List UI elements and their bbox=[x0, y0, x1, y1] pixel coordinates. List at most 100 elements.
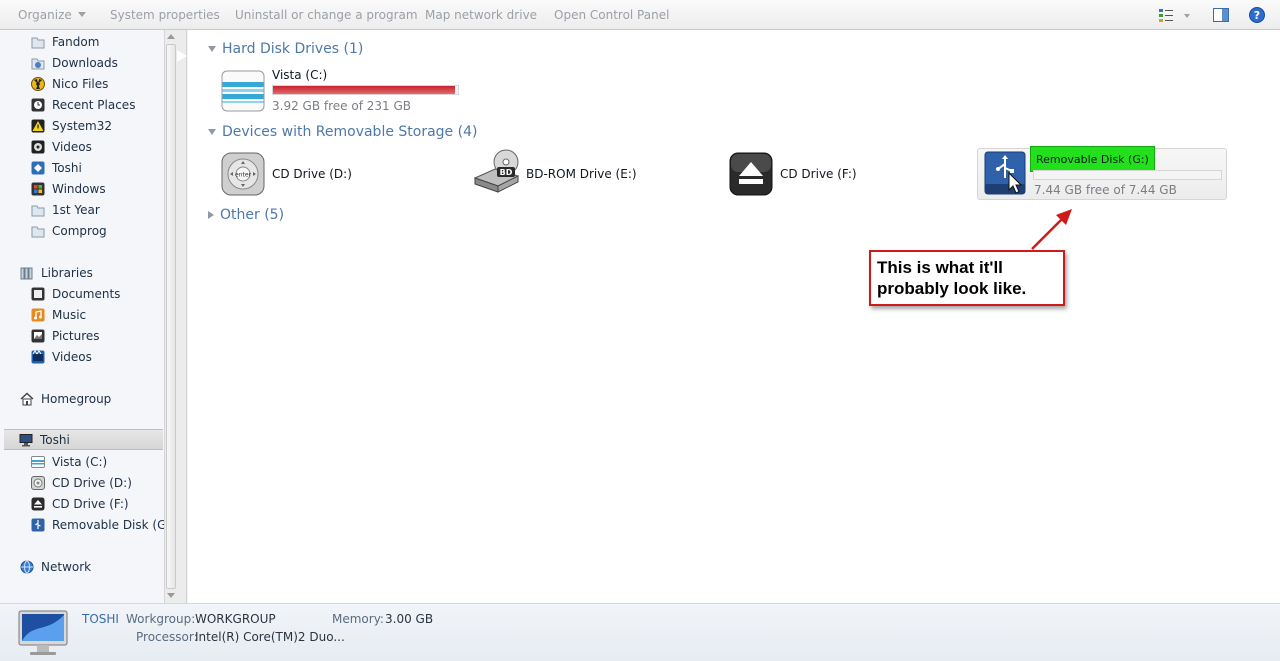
eject-icon bbox=[31, 497, 45, 511]
nav-item-label: CD Drive (D:) bbox=[52, 475, 132, 490]
nav-item-cd-drive-d[interactable]: CD Drive (D:) bbox=[31, 472, 132, 493]
nav-item-fandom[interactable]: Fandom bbox=[31, 31, 99, 52]
group-header-label: Devices with Removable Storage (4) bbox=[222, 124, 478, 140]
nav-item-label: Fandom bbox=[52, 34, 100, 49]
nav-item-label: Videos bbox=[52, 139, 92, 154]
drive-free-space: 7.44 GB free of 7.44 GB bbox=[1034, 183, 1177, 197]
nav-item-downloads[interactable]: Downloads bbox=[31, 52, 118, 73]
view-options-icon[interactable] bbox=[1158, 7, 1190, 26]
nav-item-music[interactable]: Music bbox=[31, 304, 86, 325]
nav-item-label: Toshi bbox=[40, 432, 70, 447]
drive-name: CD Drive (D:) bbox=[272, 167, 352, 181]
workgroup-label: Workgroup: bbox=[126, 612, 196, 626]
downloads-folder-icon bbox=[31, 56, 45, 70]
group-header-removable-storage[interactable]: Devices with Removable Storage (4) bbox=[208, 124, 477, 140]
nav-item-homegroup[interactable]: Homegroup bbox=[20, 388, 111, 409]
scroll-up-arrow-icon[interactable] bbox=[167, 34, 175, 39]
home-icon bbox=[20, 392, 34, 406]
nav-item-network[interactable]: Network bbox=[20, 556, 91, 577]
drive-name: Vista (C:) bbox=[272, 68, 328, 82]
svg-text:BD: BD bbox=[500, 168, 513, 177]
drive-tile-removable-disk-g[interactable]: Removable Disk (G:) 7.44 GB free of 7.44… bbox=[977, 146, 1227, 201]
windows-folder-icon bbox=[31, 182, 45, 196]
cd-drive-icon bbox=[31, 475, 45, 490]
drive-name-highlight: Removable Disk (G:) bbox=[1030, 146, 1155, 172]
nav-item-windows[interactable]: Windows bbox=[31, 178, 106, 199]
computer-name: TOSHI bbox=[82, 612, 119, 626]
nav-item-system32[interactable]: System32 bbox=[31, 115, 112, 136]
organize-label: Organize bbox=[18, 8, 72, 22]
nav-item-label: 1st Year bbox=[52, 202, 100, 217]
hard-drive-icon bbox=[31, 455, 45, 469]
documents-icon bbox=[31, 287, 45, 301]
annotation-arrow-icon bbox=[1031, 209, 1072, 250]
folder-icon bbox=[31, 203, 45, 217]
nav-item-label: Vista (C:) bbox=[52, 454, 108, 469]
nav-item-label: Music bbox=[52, 307, 87, 322]
nav-item-label: System32 bbox=[52, 118, 113, 133]
preview-pane-icon[interactable] bbox=[1213, 7, 1229, 26]
expand-arrow-icon bbox=[208, 211, 214, 219]
nav-item-nico-files[interactable]: Nico Files bbox=[31, 73, 108, 94]
nav-item-removable-disk-g[interactable]: Removable Disk (G:) bbox=[31, 514, 164, 535]
nav-item-videos[interactable]: Videos bbox=[31, 136, 92, 157]
open-control-panel-button[interactable]: Open Control Panel bbox=[554, 8, 669, 22]
nav-item-recent-places[interactable]: Recent Places bbox=[31, 94, 135, 115]
nav-item-1st-year[interactable]: 1st Year bbox=[31, 199, 100, 220]
music-icon bbox=[31, 308, 45, 322]
nav-item-label: Recent Places bbox=[52, 97, 136, 112]
drive-name: Removable Disk (G:) bbox=[1036, 153, 1149, 166]
group-header-other[interactable]: Other (5) bbox=[208, 207, 284, 223]
nav-item-cd-drive-f[interactable]: CD Drive (F:) bbox=[31, 493, 129, 514]
collapse-arrow-icon bbox=[208, 129, 216, 135]
drive-free-space: 3.92 GB free of 231 GB bbox=[272, 99, 411, 113]
nav-item-label: Toshi bbox=[52, 160, 82, 175]
details-pane: TOSHI Workgroup: WORKGROUP Memory: 3.00 … bbox=[0, 603, 1280, 661]
radiation-folder-icon bbox=[31, 76, 45, 91]
nav-item-label: Downloads bbox=[52, 55, 118, 70]
help-icon[interactable]: ? bbox=[1249, 7, 1265, 26]
uninstall-program-button[interactable]: Uninstall or change a program bbox=[235, 8, 418, 22]
scroll-down-arrow-icon[interactable] bbox=[167, 593, 175, 598]
computer-monitor-icon bbox=[17, 609, 69, 661]
nav-item-vista-c[interactable]: Vista (C:) bbox=[31, 451, 107, 472]
libraries-icon bbox=[20, 266, 34, 280]
nav-item-label: Windows bbox=[52, 181, 106, 196]
chevron-down-icon bbox=[77, 12, 86, 17]
drive-tile-bd-rom-drive-e[interactable]: BD BD-ROM Drive (E:) bbox=[472, 148, 672, 198]
memory-value: 3.00 GB bbox=[385, 612, 434, 626]
nav-item-label: Pictures bbox=[52, 328, 100, 343]
nav-item-libraries[interactable]: Libraries bbox=[20, 262, 93, 283]
nav-item-library-videos[interactable]: Videos bbox=[31, 346, 92, 367]
nav-item-toshi[interactable]: Toshi bbox=[31, 157, 82, 178]
drive-tile-vista-c[interactable]: Vista (C:) 3.92 GB free of 231 GB bbox=[221, 68, 461, 115]
group-header-label: Other (5) bbox=[220, 207, 285, 223]
nav-item-label: Nico Files bbox=[52, 76, 109, 91]
svg-text:enter: enter bbox=[235, 172, 252, 179]
nav-item-pictures[interactable]: Pictures bbox=[31, 325, 100, 346]
nav-item-computer-toshi[interactable]: Toshi bbox=[4, 429, 163, 450]
nav-scrollbar[interactable] bbox=[164, 30, 177, 603]
map-network-drive-button[interactable]: Map network drive bbox=[425, 8, 537, 22]
collapse-arrow-icon bbox=[208, 46, 216, 52]
drive-usage-bar bbox=[272, 85, 459, 95]
drive-tile-cd-drive-d[interactable]: enter CD Drive (D:) bbox=[221, 152, 421, 198]
group-header-hard-disk-drives[interactable]: Hard Disk Drives (1) bbox=[208, 41, 363, 57]
scroll-thumb[interactable] bbox=[166, 44, 176, 589]
nav-item-label: Documents bbox=[52, 286, 121, 301]
nav-item-documents[interactable]: Documents bbox=[31, 283, 120, 304]
user-folder-icon bbox=[31, 161, 45, 175]
system-properties-button[interactable]: System properties bbox=[110, 8, 220, 22]
cd-drive-icon: enter bbox=[221, 152, 265, 199]
folder-icon bbox=[31, 224, 45, 238]
drive-tile-cd-drive-f[interactable]: CD Drive (F:) bbox=[729, 152, 929, 198]
drive-usage-fill bbox=[273, 86, 455, 94]
videos-icon bbox=[31, 349, 45, 364]
usb-drive-icon bbox=[983, 150, 1031, 201]
nav-item-comprog[interactable]: Comprog bbox=[31, 220, 107, 241]
group-header-label: Hard Disk Drives (1) bbox=[222, 41, 364, 57]
organize-menu-button[interactable]: Organize bbox=[18, 8, 86, 22]
drive-usage-bar bbox=[1033, 170, 1222, 180]
pane-splitter[interactable] bbox=[177, 30, 187, 603]
navigation-pane: Fandom Downloads Nico Files Recent Place… bbox=[0, 30, 164, 603]
